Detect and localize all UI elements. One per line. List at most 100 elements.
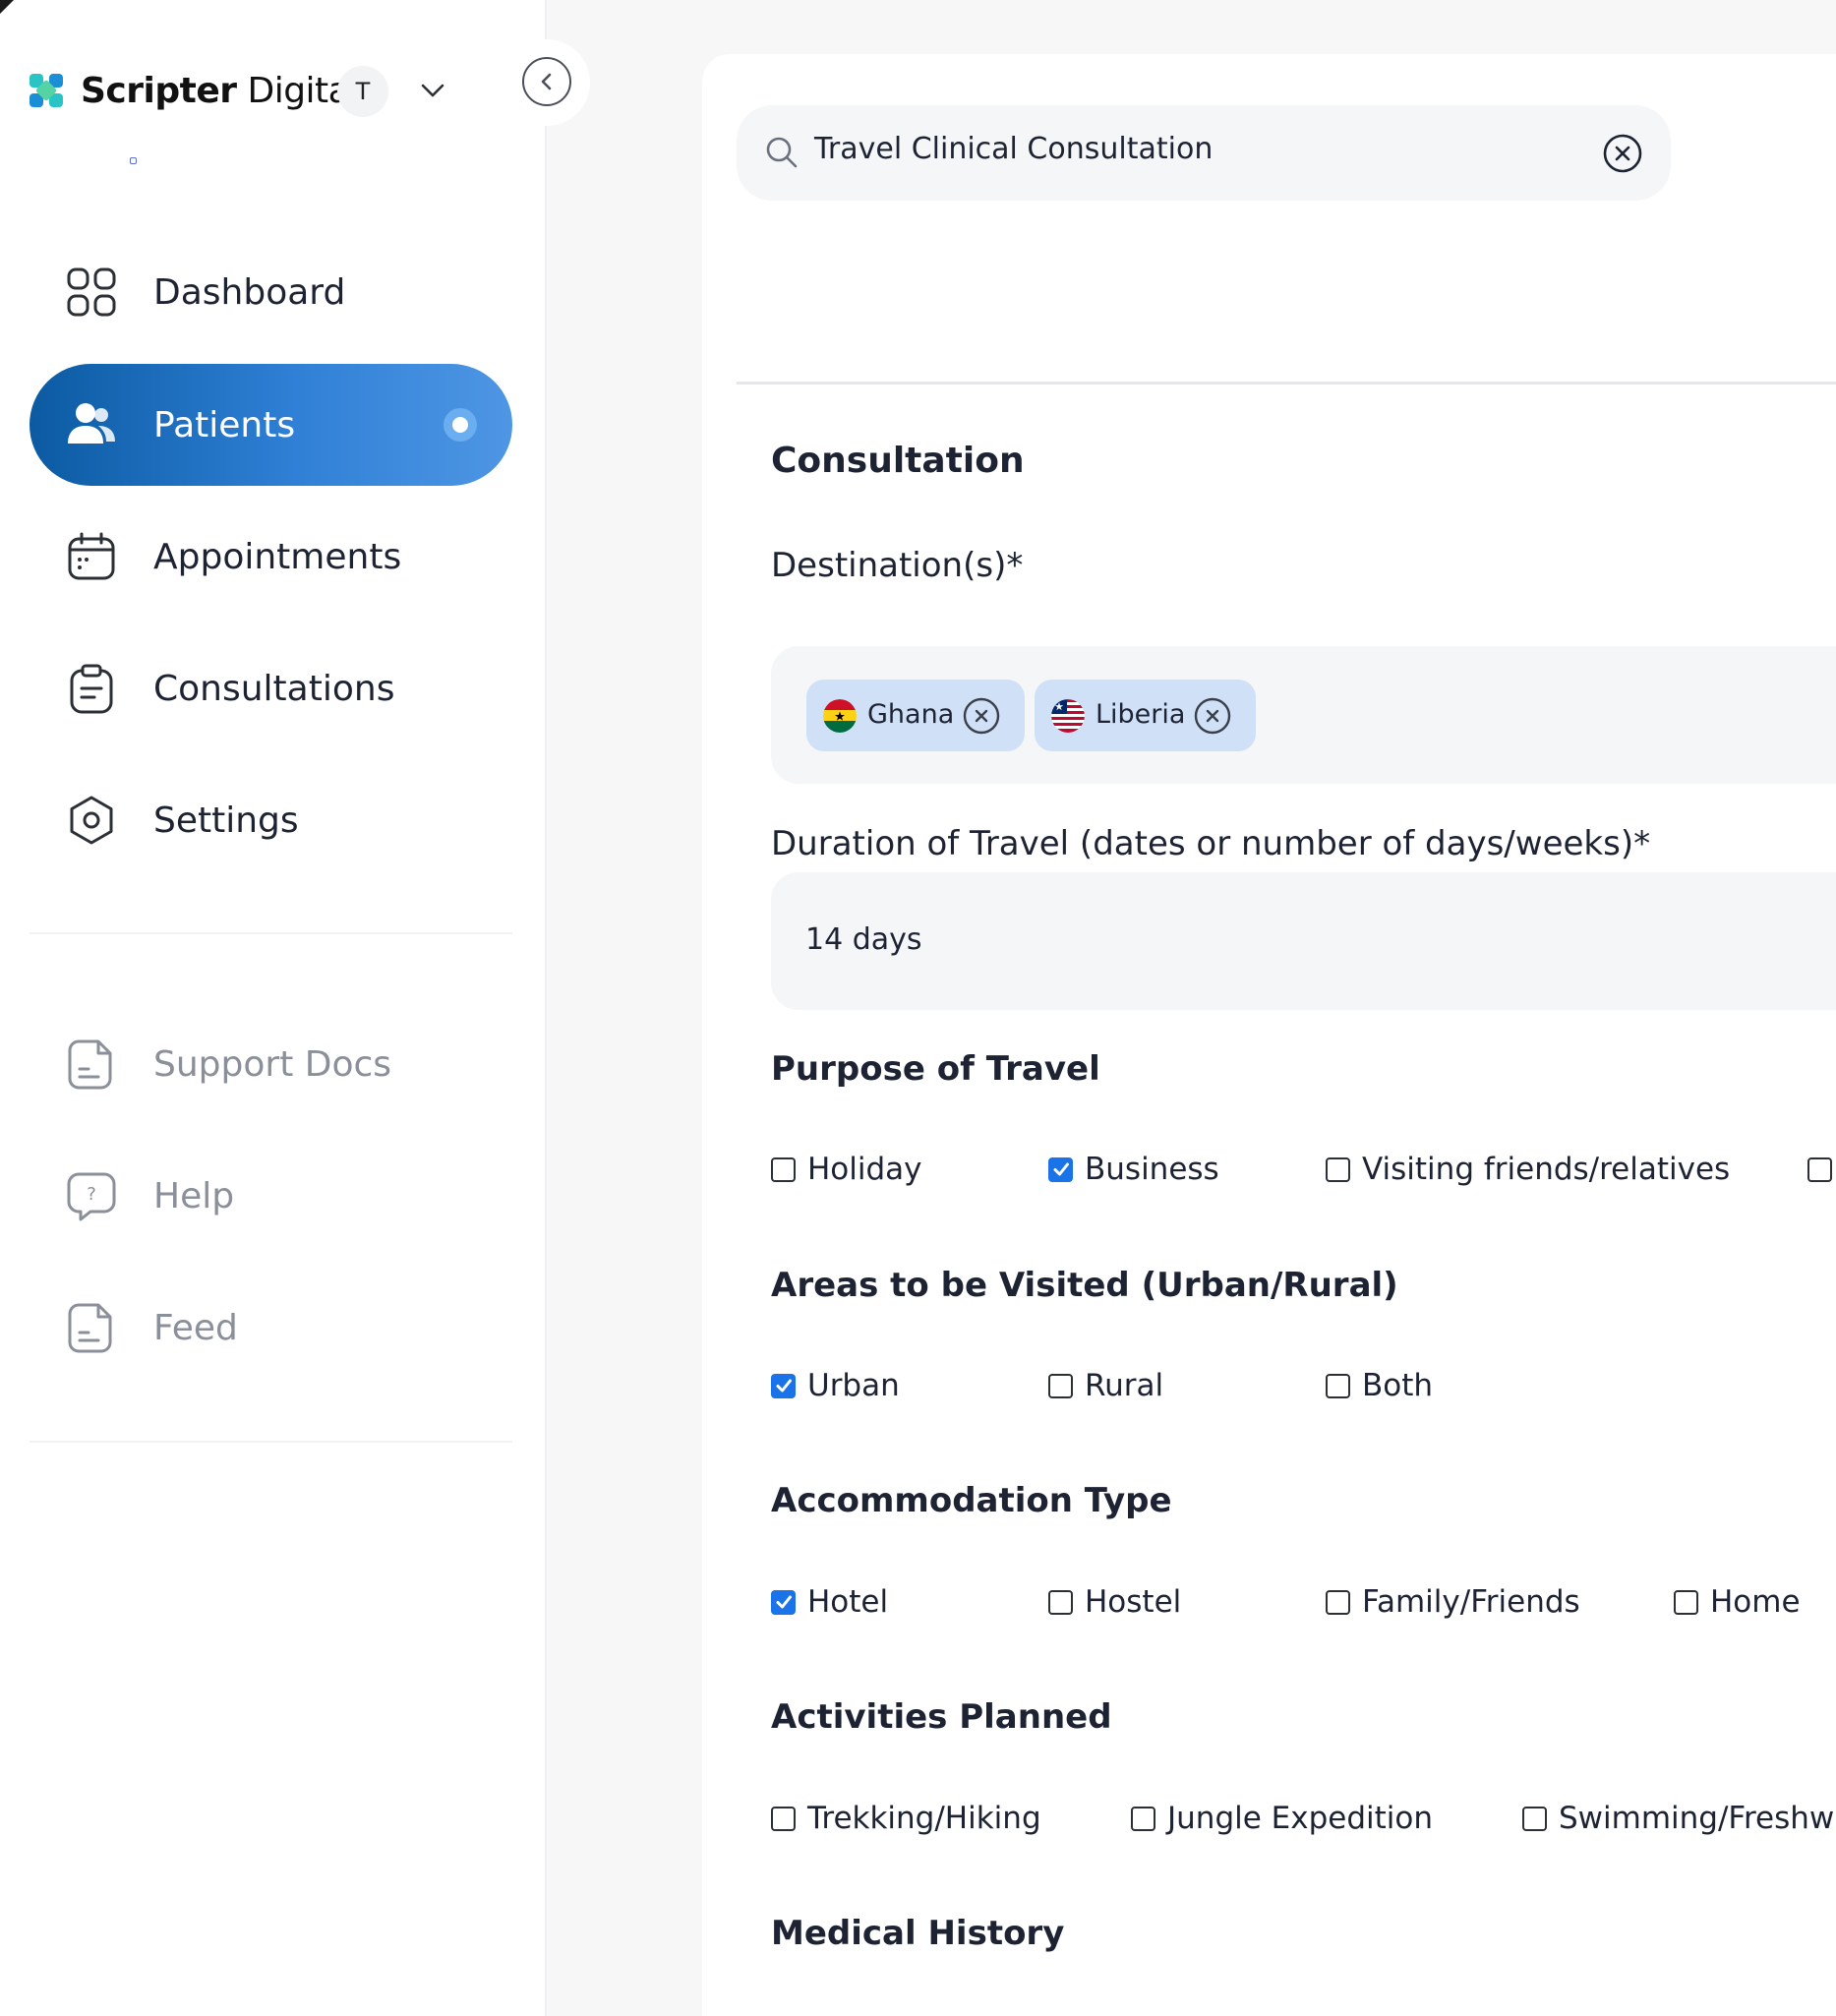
- destination-chip-ghana[interactable]: Ghana: [806, 680, 1025, 751]
- option-label: Hotel: [807, 1584, 889, 1620]
- purpose-title: Purpose of Travel: [771, 1049, 1100, 1089]
- collapse-sidebar-wrap: [503, 39, 590, 126]
- search-bar[interactable]: Travel Clinical Consultation: [737, 105, 1671, 201]
- sidebar-item-label: Feed: [153, 1307, 238, 1348]
- sidebar-item-settings[interactable]: Settings: [30, 759, 512, 881]
- destination-chip-label: Liberia: [1096, 699, 1186, 730]
- duration-value[interactable]: 14 days: [805, 922, 922, 957]
- sidebar-item-dashboard[interactable]: Dashboard: [30, 231, 512, 353]
- activities-option-trekking[interactable]: Trekking/Hiking: [771, 1799, 1041, 1838]
- checkmark-icon: [776, 1379, 792, 1393]
- purpose-option-holiday[interactable]: Holiday: [771, 1150, 922, 1189]
- accommodation-option-family-friends[interactable]: Family/Friends: [1326, 1582, 1580, 1622]
- checkbox[interactable]: [1131, 1806, 1155, 1831]
- option-label: Jungle Expedition: [1167, 1801, 1434, 1836]
- sidebar-item-support-docs[interactable]: Support Docs: [30, 1003, 512, 1125]
- option-label: Both: [1362, 1368, 1434, 1403]
- checkbox[interactable]: [1674, 1589, 1698, 1615]
- status-marker: [130, 157, 137, 164]
- liberia-flag-icon: [1051, 699, 1085, 733]
- accommodation-option-hostel[interactable]: Hostel: [1048, 1582, 1181, 1622]
- sidebar-divider: [30, 932, 512, 934]
- checkbox-checked[interactable]: [771, 1589, 796, 1615]
- sidebar-item-label: Dashboard: [153, 271, 346, 313]
- activities-option-swimming[interactable]: Swimming/Freshwa: [1522, 1799, 1836, 1838]
- activities-option-jungle[interactable]: Jungle Expedition: [1131, 1799, 1433, 1838]
- window-corner: [0, 0, 14, 14]
- clear-search-icon[interactable]: [1602, 133, 1643, 174]
- sidebar-item-label: Help: [153, 1175, 235, 1216]
- areas-option-rural[interactable]: Rural: [1048, 1366, 1163, 1405]
- chevron-left-icon: [541, 73, 552, 90]
- workspace-avatar[interactable]: T: [337, 66, 388, 117]
- chevron-down-icon[interactable]: [417, 75, 448, 106]
- accommodation-option-hotel[interactable]: Hotel: [771, 1582, 888, 1622]
- checkbox[interactable]: [1326, 1589, 1350, 1615]
- checkbox[interactable]: [1807, 1156, 1832, 1182]
- clipboard-icon: [70, 664, 113, 714]
- collapse-sidebar-button[interactable]: [522, 57, 571, 106]
- accommodation-option-home[interactable]: Home: [1674, 1582, 1801, 1622]
- checkmark-icon: [776, 1595, 792, 1609]
- active-indicator: [444, 408, 477, 442]
- sidebar-item-consultations[interactable]: Consultations: [30, 627, 512, 749]
- destination-chip-label: Ghana: [867, 699, 955, 730]
- sidebar-item-label: Appointments: [153, 536, 402, 577]
- option-label: Trekking/Hiking: [807, 1801, 1041, 1836]
- sidebar-item-feed[interactable]: Feed: [30, 1267, 512, 1389]
- sidebar: Scripter Digital T Dashboard Patients Ap…: [0, 0, 547, 2016]
- destination-chip-liberia[interactable]: Liberia: [1035, 680, 1256, 751]
- checkbox[interactable]: [771, 1806, 796, 1831]
- duration-field[interactable]: 14 days: [771, 872, 1836, 1010]
- scripter-logo-icon: [30, 74, 63, 107]
- checkbox[interactable]: [1326, 1373, 1350, 1398]
- gear-hexagon-icon: [70, 796, 113, 845]
- accommodation-title: Accommodation Type: [771, 1481, 1172, 1520]
- sidebar-item-label: Patients: [153, 404, 296, 445]
- remove-chip-icon[interactable]: [1193, 696, 1232, 736]
- purpose-option-business[interactable]: Business: [1048, 1150, 1219, 1189]
- option-label: Business: [1085, 1152, 1219, 1187]
- option-label: Swimming/Freshwa: [1559, 1801, 1836, 1836]
- checkmark-icon: [1053, 1162, 1069, 1176]
- search-input[interactable]: Travel Clinical Consultation: [814, 132, 1213, 166]
- option-label: Family/Friends: [1362, 1584, 1580, 1620]
- form-title: Consultation: [771, 441, 1025, 481]
- checkbox[interactable]: [771, 1156, 796, 1182]
- section-divider: [737, 382, 1836, 385]
- duration-label: Duration of Travel (dates or number of d…: [771, 824, 1651, 863]
- option-label: Urban: [807, 1368, 900, 1403]
- checkbox[interactable]: [1522, 1806, 1547, 1831]
- checkbox[interactable]: [1048, 1373, 1073, 1398]
- medical-history-title: Medical History: [771, 1914, 1065, 1953]
- purpose-option-visiting[interactable]: Visiting friends/relatives: [1326, 1150, 1730, 1189]
- calendar-icon: [68, 532, 115, 580]
- option-label: Holiday: [807, 1152, 922, 1187]
- brand-name: Scripter Digital: [81, 70, 359, 111]
- checkbox-checked[interactable]: [771, 1373, 796, 1398]
- remove-chip-icon[interactable]: [962, 696, 1001, 736]
- purpose-option-cutoff[interactable]: [1807, 1150, 1836, 1189]
- brand[interactable]: Scripter Digital: [28, 69, 359, 112]
- areas-title: Areas to be Visited (Urban/Rural): [771, 1266, 1398, 1305]
- help-bubble-icon: ?: [67, 1172, 116, 1221]
- areas-option-urban[interactable]: Urban: [771, 1366, 900, 1405]
- option-label: Visiting friends/relatives: [1362, 1152, 1731, 1187]
- activities-title: Activities Planned: [771, 1697, 1112, 1737]
- grid-icon: [67, 267, 116, 317]
- areas-option-both[interactable]: Both: [1326, 1366, 1433, 1405]
- document-icon: [68, 1039, 112, 1090]
- sidebar-item-help[interactable]: ? Help: [30, 1135, 512, 1257]
- ghana-flag-icon: [823, 699, 857, 733]
- option-label: Hostel: [1085, 1584, 1182, 1620]
- option-label: Rural: [1085, 1368, 1164, 1403]
- sidebar-item-appointments[interactable]: Appointments: [30, 496, 512, 618]
- option-label: Home: [1710, 1584, 1801, 1620]
- checkbox[interactable]: [1326, 1156, 1350, 1182]
- feed-document-icon: [68, 1303, 112, 1353]
- checkbox[interactable]: [1048, 1589, 1073, 1615]
- sidebar-divider: [30, 1441, 512, 1443]
- sidebar-item-patients[interactable]: Patients: [30, 364, 512, 486]
- destinations-field[interactable]: Ghana Liberia: [771, 646, 1836, 784]
- checkbox-checked[interactable]: [1048, 1156, 1073, 1182]
